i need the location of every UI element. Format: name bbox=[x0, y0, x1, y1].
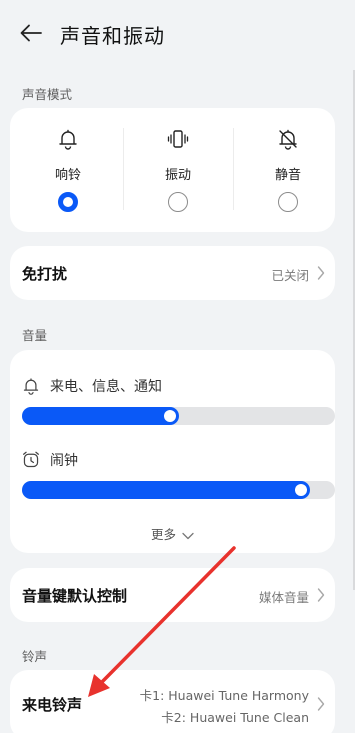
mode-option-vibrate[interactable]: 振动 bbox=[123, 108, 233, 232]
bell-icon bbox=[59, 129, 77, 150]
mode-label-silent: 静音 bbox=[274, 168, 301, 183]
volume-card: 来电、信息、通知 闹钟 更多 bbox=[10, 350, 335, 553]
sound-mode-card: 响铃 振动 静音 bbox=[10, 108, 335, 232]
mode-label-ring: 响铃 bbox=[54, 168, 81, 183]
notification-volume-slider[interactable] bbox=[22, 407, 335, 425]
vibrate-icon bbox=[167, 130, 189, 148]
incoming-ringtone-label: 来电铃声 bbox=[22, 696, 83, 714]
chevron-right-icon bbox=[317, 588, 325, 602]
incoming-ringtone-row[interactable]: 来电铃声 卡1: Huawei Tune Harmony 卡2: Huawei … bbox=[10, 670, 335, 733]
more-button[interactable]: 更多 bbox=[10, 524, 335, 543]
volume-key-row[interactable]: 音量键默认控制 媒体音量 bbox=[10, 568, 335, 622]
back-arrow-icon bbox=[20, 24, 42, 42]
dnd-row[interactable]: 免打扰 已关闭 bbox=[10, 246, 335, 300]
alarm-volume-knob[interactable] bbox=[295, 484, 307, 496]
alarm-volume-slider[interactable] bbox=[22, 481, 335, 499]
sim2-ringtone-value: 卡2: Huawei Tune Clean bbox=[161, 710, 309, 725]
notification-volume-label-row: 来电、信息、通知 bbox=[22, 375, 162, 397]
mode-option-ring[interactable]: 响铃 bbox=[13, 108, 123, 232]
ringtone-section-label: 铃声 bbox=[22, 649, 48, 664]
page-title: 声音和振动 bbox=[60, 24, 165, 48]
volume-section-label: 音量 bbox=[22, 328, 48, 343]
mode-label-vibrate: 振动 bbox=[164, 168, 191, 183]
volume-key-label: 音量键默认控制 bbox=[22, 587, 128, 605]
radio-vibrate[interactable] bbox=[168, 192, 188, 212]
alarm-volume-fill bbox=[22, 481, 310, 499]
notification-volume-fill bbox=[22, 407, 179, 425]
header: 声音和振动 bbox=[0, 0, 355, 70]
back-button[interactable] bbox=[14, 18, 48, 48]
mode-option-silent[interactable]: 静音 bbox=[233, 108, 343, 232]
volume-key-value: 媒体音量 bbox=[258, 590, 309, 605]
bell-off-icon bbox=[279, 129, 297, 150]
sound-vibration-settings-page: 声音和振动 声音模式 响铃 振动 静音 免打扰 已关闭 音量 来电、信息、通知 … bbox=[0, 0, 355, 733]
alarm-volume-label: 闹钟 bbox=[50, 453, 78, 469]
radio-silent[interactable] bbox=[278, 192, 298, 212]
notification-volume-label: 来电、信息、通知 bbox=[50, 379, 162, 395]
radio-ring[interactable] bbox=[58, 192, 78, 212]
dnd-label: 免打扰 bbox=[22, 265, 68, 283]
alarm-volume-label-row: 闹钟 bbox=[22, 449, 78, 471]
notification-volume-knob[interactable] bbox=[164, 410, 176, 422]
more-label: 更多 bbox=[151, 527, 177, 542]
alarm-clock-icon bbox=[23, 451, 39, 468]
bell-icon bbox=[23, 378, 39, 395]
chevron-right-icon bbox=[317, 697, 325, 711]
chevron-right-icon bbox=[317, 266, 325, 280]
sim1-ringtone-value: 卡1: Huawei Tune Harmony bbox=[139, 688, 309, 703]
sound-mode-section-label: 声音模式 bbox=[22, 87, 73, 102]
chevron-down-icon bbox=[182, 532, 194, 539]
dnd-value: 已关闭 bbox=[271, 268, 309, 283]
